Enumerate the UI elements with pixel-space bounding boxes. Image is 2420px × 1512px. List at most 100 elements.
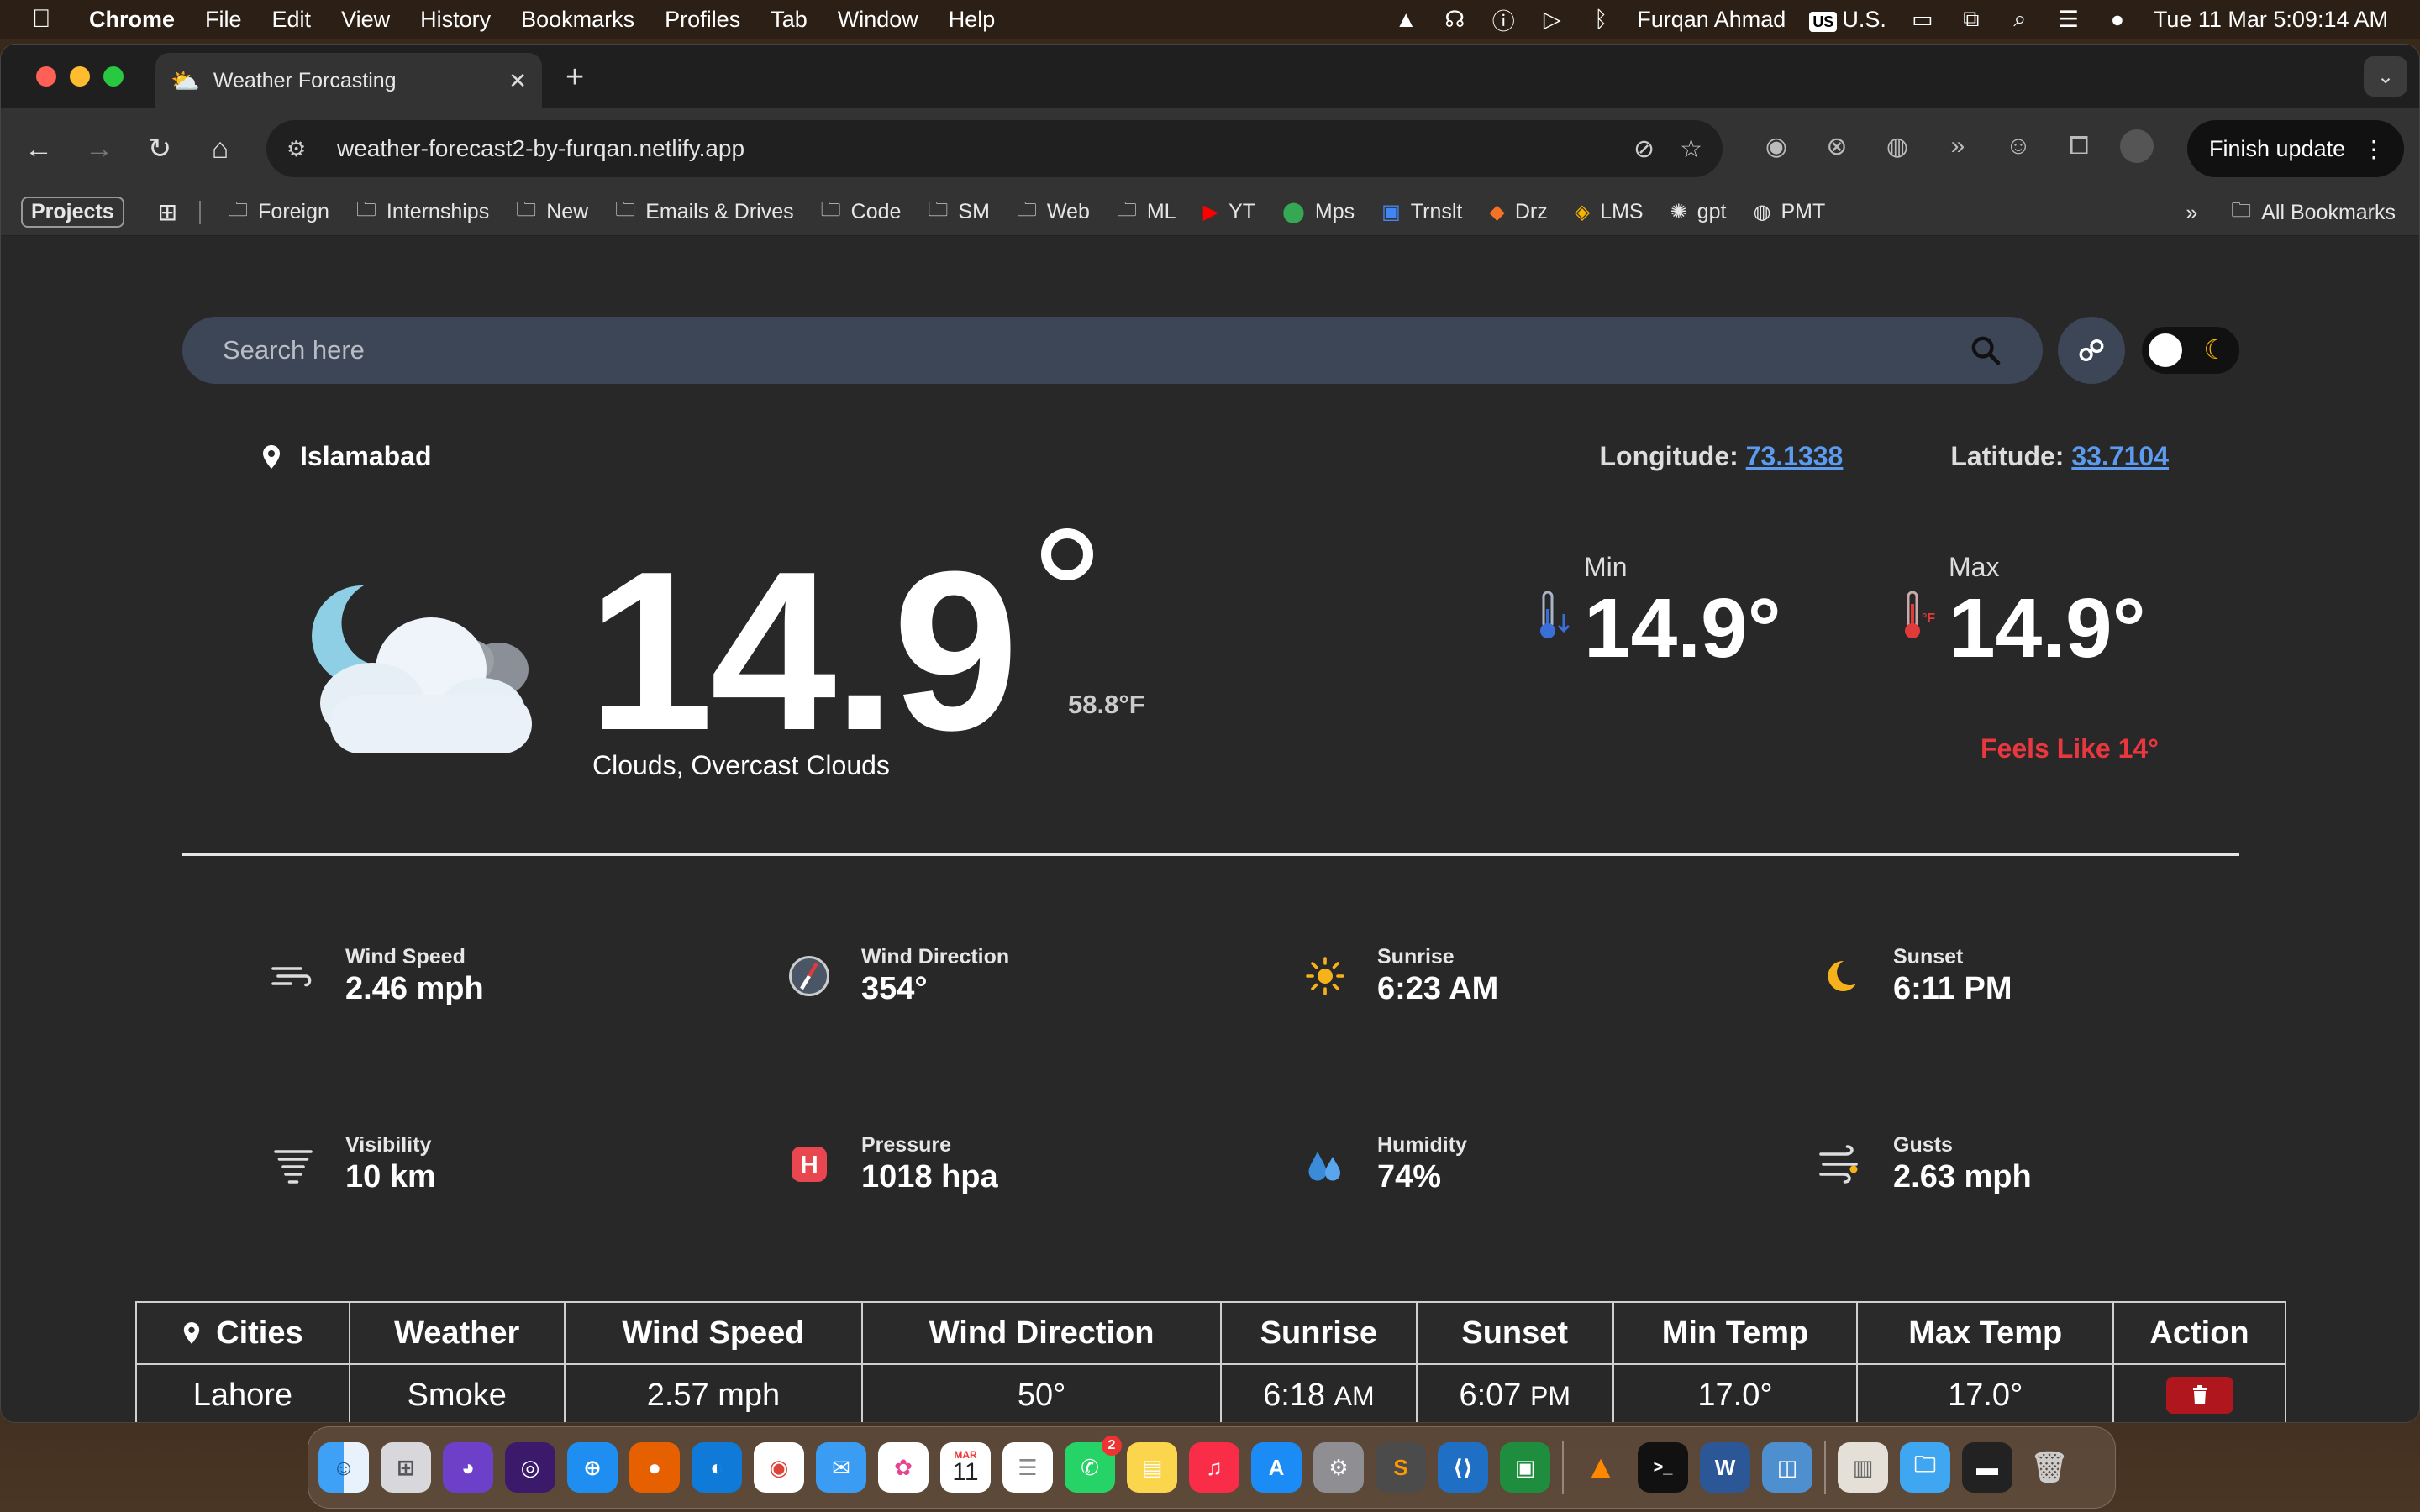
edge-icon[interactable]: ◐	[692, 1442, 742, 1493]
headphones-icon[interactable]: ☊	[1442, 7, 1467, 32]
location-link-button[interactable]	[2058, 317, 2125, 384]
vlc-status-icon[interactable]: ▲	[1393, 7, 1418, 32]
screenshot-stack-icon[interactable]: ▬	[1962, 1442, 2012, 1493]
calendar-icon[interactable]: MAR 11	[940, 1442, 991, 1493]
menu-window[interactable]: Window	[838, 7, 918, 33]
control-center-icon[interactable]: ☰	[2056, 7, 2081, 32]
downloads-folder-icon[interactable]: 🗀	[1900, 1442, 1950, 1493]
forward-button[interactable]: →	[76, 126, 122, 171]
menu-edit[interactable]: Edit	[272, 7, 312, 33]
extensions-puzzle-icon[interactable]: ⧠	[2060, 127, 2098, 165]
bookmark-mps[interactable]: ⬤ Mps	[1282, 200, 1355, 224]
chrome-icon[interactable]: ◉	[754, 1442, 804, 1493]
screen-mirroring-icon[interactable]: ⧉	[1959, 6, 1984, 32]
menu-file[interactable]: File	[205, 7, 242, 33]
bookmark-folder-internships[interactable]: 🗀 Internships	[356, 195, 489, 229]
bookmark-folder-code[interactable]: 🗀 Code	[821, 195, 902, 229]
github-desktop-icon[interactable]: ◕	[443, 1442, 493, 1493]
docker-icon[interactable]: ◫	[1762, 1442, 1812, 1493]
fast-forward-extension-icon[interactable]: »	[1939, 127, 1977, 165]
avatar-extension-icon[interactable]: ☺	[1999, 127, 2038, 165]
play-icon[interactable]: ▷	[1539, 7, 1565, 32]
close-window-button[interactable]	[36, 66, 56, 87]
launchpad-icon[interactable]: ⊞	[381, 1442, 431, 1493]
search-input[interactable]	[223, 335, 1969, 365]
apps-grid-icon[interactable]: ⊞	[158, 198, 177, 226]
more-bookmarks-chevron-icon[interactable]: »	[2186, 201, 2197, 225]
minimize-window-button[interactable]	[70, 66, 90, 87]
vlc-icon[interactable]: ▲	[1576, 1442, 1626, 1493]
menubar-clock[interactable]: Tue 11 Mar 5:09:14 AM	[2154, 7, 2388, 33]
maximize-window-button[interactable]	[103, 66, 124, 87]
menu-history[interactable]: History	[420, 7, 491, 33]
bookmark-projects[interactable]: Projects	[21, 197, 124, 228]
bookmark-folder-ml[interactable]: 🗀 ML	[1117, 195, 1176, 229]
blocker-extension-icon[interactable]: ⊗	[1818, 127, 1856, 165]
firefox-icon[interactable]: ●	[629, 1442, 680, 1493]
new-tab-button[interactable]: +	[566, 60, 584, 96]
reload-button[interactable]: ↻	[137, 126, 182, 171]
bookmark-gpt[interactable]: ✺ gpt	[1670, 200, 1727, 224]
archive-icon[interactable]: ▥	[1838, 1442, 1888, 1493]
all-bookmarks[interactable]: 🗀 All Bookmarks	[2231, 196, 2396, 230]
location-blocked-icon[interactable]: ⊘	[1634, 134, 1655, 164]
tab-search-chevron-icon[interactable]: ⌄	[2364, 56, 2407, 97]
tor-browser-icon[interactable]: ◎	[505, 1442, 555, 1493]
tab-weather-forcasting[interactable]: ⛅ Weather Forcasting ✕	[155, 53, 542, 108]
more-menu-icon[interactable]: ⋮	[2362, 135, 2386, 163]
apple-menu-icon[interactable]: 	[32, 5, 66, 34]
close-tab-icon[interactable]: ✕	[508, 68, 527, 94]
search-icon[interactable]	[1969, 333, 2002, 367]
dark-mode-toggle[interactable]: ☾	[2142, 327, 2239, 374]
menu-app-name[interactable]: Chrome	[89, 7, 175, 33]
bookmark-folder-sm[interactable]: 🗀 SM	[928, 195, 990, 229]
reminders-icon[interactable]: ☰	[1002, 1442, 1053, 1493]
sublime-text-icon[interactable]: S	[1376, 1442, 1426, 1493]
trash-icon[interactable]: 🗑	[2024, 1442, 2075, 1493]
bookmark-folder-foreign[interactable]: 🗀 Foreign	[228, 195, 329, 229]
app-store-icon[interactable]: A	[1251, 1442, 1302, 1493]
delete-city-button[interactable]	[2165, 1377, 2233, 1414]
back-button[interactable]: ←	[16, 126, 61, 171]
bookmark-folder-web[interactable]: 🗀 Web	[1017, 195, 1090, 229]
menu-profiles[interactable]: Profiles	[665, 7, 740, 33]
menu-view[interactable]: View	[341, 7, 390, 33]
profile-avatar-icon[interactable]	[2120, 129, 2154, 163]
bookmark-star-icon[interactable]: ☆	[1680, 134, 1702, 164]
finder-icon[interactable]: ☺	[318, 1442, 369, 1493]
classroom-icon[interactable]: ▣	[1500, 1442, 1550, 1493]
music-icon[interactable]: ♫	[1189, 1442, 1239, 1493]
whatsapp-icon[interactable]: ✆ 2	[1065, 1436, 1122, 1493]
photos-icon[interactable]: ✿	[878, 1442, 929, 1493]
bookmark-folder-new[interactable]: 🗀 New	[516, 195, 588, 229]
globe-extension-icon[interactable]: ◍	[1878, 127, 1917, 165]
bookmark-drz[interactable]: ◆ Drz	[1489, 200, 1547, 224]
bookmark-folder-emails[interactable]: 🗀 Emails & Drives	[615, 195, 793, 229]
bluetooth-icon[interactable]: ᛒ	[1588, 7, 1613, 32]
menubar-user-name[interactable]: Furqan Ahmad	[1637, 7, 1786, 33]
bookmark-yt[interactable]: ▶ YT	[1203, 200, 1255, 224]
accessibility-icon[interactable]: ⓘ	[1491, 7, 1516, 34]
notes-icon[interactable]: ▤	[1127, 1442, 1177, 1493]
menu-help[interactable]: Help	[949, 7, 996, 33]
input-source[interactable]: US U.S.	[1809, 7, 1886, 33]
menu-tab[interactable]: Tab	[771, 7, 808, 33]
mail-icon[interactable]: ✉	[816, 1442, 866, 1493]
battery-icon[interactable]: ▭	[1910, 7, 1935, 32]
safari-icon[interactable]: ⊕	[567, 1442, 618, 1493]
menu-bookmarks[interactable]: Bookmarks	[521, 7, 634, 33]
spotlight-search-icon[interactable]: ⌕	[2007, 6, 2033, 32]
siri-icon[interactable]: ●	[2105, 7, 2130, 32]
site-info-icon[interactable]: ⚙	[287, 136, 317, 162]
home-button[interactable]: ⌂	[197, 126, 243, 171]
bookmark-trnslt[interactable]: ▣ Trnslt	[1381, 200, 1462, 224]
word-icon[interactable]: W	[1700, 1442, 1750, 1493]
latitude-link[interactable]: 33.7104	[2071, 441, 2169, 471]
address-bar[interactable]: ⚙ weather-forecast2-by-furqan.netlify.ap…	[266, 120, 1723, 177]
finish-update-button[interactable]: Finish update ⋮	[2187, 120, 2404, 177]
longitude-link[interactable]: 73.1338	[1746, 441, 1844, 471]
terminal-icon[interactable]: >_	[1638, 1442, 1688, 1493]
bookmark-pmt[interactable]: ◍ PMT	[1753, 200, 1825, 224]
system-settings-icon[interactable]: ⚙	[1313, 1442, 1364, 1493]
camera-extension-icon[interactable]: ◉	[1757, 127, 1796, 165]
